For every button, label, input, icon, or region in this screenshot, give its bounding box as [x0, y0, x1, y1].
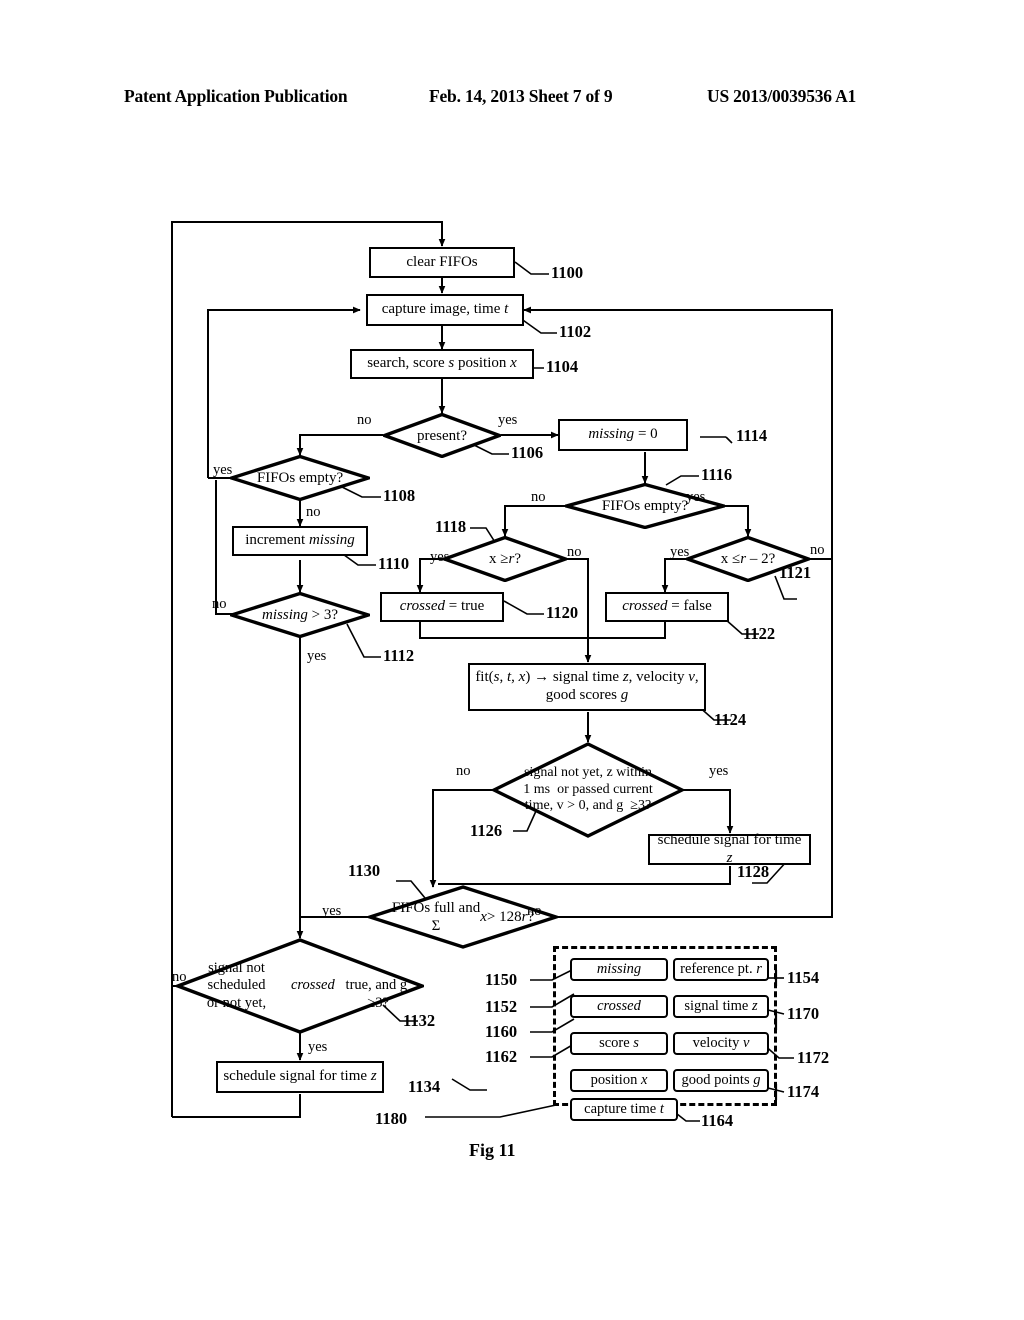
ref-1104: 1104 [546, 357, 579, 376]
node-fifos-empty-1108[interactable]: FIFOs empty? [230, 455, 370, 501]
edge-label-1108-yes: yes [213, 462, 233, 478]
ref-1116: 1116 [701, 465, 733, 484]
legend-label: missing [596, 961, 642, 977]
node-fit[interactable]: fit(s, t, x) → signal time z, velocity v… [468, 663, 706, 711]
ref-1172: 1172 [797, 1048, 830, 1067]
legend-item-capture-time[interactable]: capture time t [570, 1098, 678, 1121]
node-label: missing = 0 [588, 426, 658, 443]
node-label: x ≥ r? [489, 551, 521, 567]
legend-item-reference-pt[interactable]: reference pt. r [673, 958, 769, 981]
node-label: fit(s, t, x) → signal time z, velocity v… [475, 669, 699, 703]
legend-label: reference pt. r [680, 961, 762, 977]
node-search-score[interactable]: search, score s position x [350, 349, 534, 379]
edge-label-1108-no: no [306, 504, 321, 520]
ref-1124: 1124 [714, 710, 747, 729]
edge-label-1118-no: no [567, 544, 582, 560]
legend-label: good points g [681, 1072, 761, 1088]
node-label: signal not yet, z within 1 ms or passed c… [523, 764, 653, 814]
edge-label-1132-no: no [172, 969, 187, 985]
ref-1100: 1100 [551, 263, 584, 282]
edge-label-1112-yes: yes [307, 648, 327, 664]
node-label: crossed = false [622, 598, 712, 615]
legend-item-crossed[interactable]: crossed [570, 995, 668, 1018]
node-missing-gt3[interactable]: missing > 3? [230, 592, 370, 638]
legend-item-velocity[interactable]: velocity v [673, 1032, 769, 1055]
node-signal-check-1132[interactable]: signal not scheduled or not yet, crossed t… [176, 938, 424, 1034]
edge-label-1106-yes: yes [498, 412, 518, 428]
legend-item-score[interactable]: score s [570, 1032, 668, 1055]
node-present[interactable]: present? [383, 413, 501, 458]
legend-item-position[interactable]: position x [570, 1069, 668, 1092]
node-clear-fifos[interactable]: clear FIFOs [369, 247, 515, 278]
node-x-ge-r[interactable]: x ≥ r? [443, 536, 567, 582]
ref-1126: 1126 [470, 821, 503, 840]
node-label: FIFOs empty? [256, 470, 344, 486]
edge-label-1132-yes: yes [308, 1039, 328, 1055]
edge-label-1106-no: no [357, 412, 372, 428]
node-crossed-true[interactable]: crossed = true [380, 592, 504, 622]
ref-1102: 1102 [559, 322, 592, 341]
ref-1164: 1164 [701, 1111, 734, 1130]
edge-label-1118-yes: yes [430, 549, 450, 565]
ref-1174: 1174 [787, 1082, 820, 1101]
node-label: present? [417, 427, 467, 444]
ref-1120: 1120 [546, 603, 579, 622]
ref-1128: 1128 [737, 862, 770, 881]
node-capture-image[interactable]: capture image, time t [366, 294, 524, 326]
node-signal-check-1126[interactable]: signal not yet, z within 1 ms or passed c… [492, 742, 684, 838]
ref-1122: 1122 [743, 624, 776, 643]
legend-label: position x [590, 1072, 648, 1088]
node-label: search, score s position x [367, 355, 517, 372]
node-crossed-false[interactable]: crossed = false [605, 592, 729, 622]
node-label: schedule signal for time z [223, 1068, 377, 1085]
edge-label-1126-no: no [456, 763, 471, 779]
legend-item-signal-time[interactable]: signal time z [673, 995, 769, 1018]
figure-caption: Fig 11 [469, 1140, 516, 1160]
edge-label-1121-no: no [810, 542, 825, 558]
edge-label-1121-yes: yes [670, 544, 690, 560]
ref-1130: 1130 [348, 861, 381, 880]
legend-item-missing[interactable]: missing [570, 958, 668, 981]
ref-1180: 1180 [375, 1109, 408, 1128]
ref-1114: 1114 [736, 426, 768, 445]
node-schedule-signal-1128[interactable]: schedule signal for time z [648, 832, 811, 866]
edge-label-1130-yes: yes [322, 903, 342, 919]
legend-label: velocity v [692, 1035, 750, 1051]
ref-1134: 1134 [408, 1077, 441, 1096]
ref-1150: 1150 [485, 970, 518, 989]
legend-label: capture time t [584, 1101, 664, 1117]
edge-label-1116-no: no [531, 489, 546, 505]
flowchart-connectors [171, 221, 833, 1122]
ref-1170: 1170 [787, 1004, 820, 1023]
ref-1118: 1118 [435, 517, 467, 536]
ref-1110: 1110 [378, 554, 410, 573]
edge-label-1130-no: no [527, 903, 542, 919]
ref-1154: 1154 [787, 968, 820, 987]
ref-1160: 1160 [485, 1022, 518, 1041]
ref-1106: 1106 [511, 443, 544, 462]
ref-1152: 1152 [485, 997, 518, 1016]
ref-1108: 1108 [383, 486, 416, 505]
node-label: signal not scheduled or not yet, crossed t… [206, 959, 408, 1011]
ref-1112: 1112 [383, 646, 415, 665]
ref-1121: 1121 [779, 563, 812, 582]
edge-label-1112-no: no [212, 596, 227, 612]
legend-label: score s [599, 1035, 639, 1051]
node-label: crossed = true [399, 598, 485, 615]
legend-label: crossed [597, 998, 641, 1014]
edge-label-1116-yes: yes [686, 489, 706, 505]
node-label: clear FIFOs [406, 253, 478, 270]
ref-1132: 1132 [403, 1011, 436, 1030]
legend-item-good-points[interactable]: good points g [673, 1069, 769, 1092]
node-schedule-signal-1134[interactable]: schedule signal for time z [216, 1061, 384, 1093]
ref-1162: 1162 [485, 1047, 518, 1066]
node-label: capture image, time t [381, 301, 509, 318]
legend-label: signal time z [684, 998, 758, 1014]
node-label: increment missing [245, 532, 355, 549]
edge-label-1126-yes: yes [709, 763, 729, 779]
node-missing-zero[interactable]: missing = 0 [558, 419, 688, 451]
patent-figure-page: Patent Application Publication Feb. 14, … [0, 0, 1024, 1320]
node-increment-missing[interactable]: increment missing [232, 526, 368, 556]
node-label: missing > 3? [262, 607, 338, 623]
